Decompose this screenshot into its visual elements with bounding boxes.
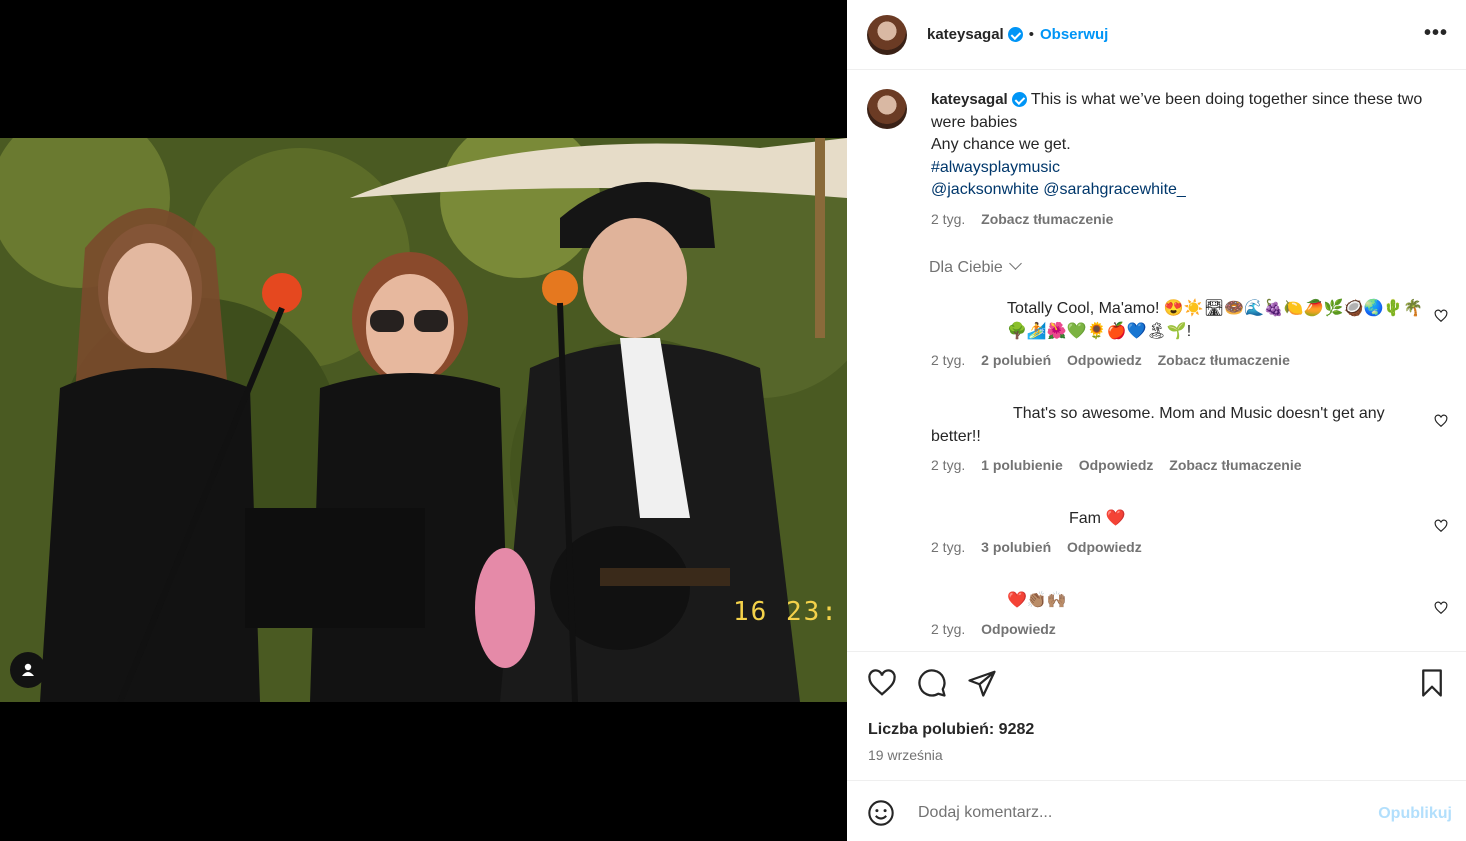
- comment-bubble-icon[interactable]: [917, 668, 947, 698]
- verified-badge-icon: [1011, 92, 1027, 108]
- caption-time[interactable]: 2 tyg.: [931, 211, 965, 227]
- separator-dot: •: [1028, 26, 1034, 43]
- comment-item: Fam ❤️ 2 tyg. 3 polubień Odpowiedz: [931, 507, 1431, 559]
- comment-translate-button[interactable]: Zobacz tłumaczenie: [1158, 352, 1290, 368]
- comment-like-heart-icon[interactable]: [1434, 414, 1448, 428]
- post-actions: Liczba polubień: 9282 19 września: [847, 651, 1466, 781]
- add-comment-bar: Dodaj komentarz... Opublikuj: [847, 780, 1466, 841]
- comment-likes[interactable]: 3 polubień: [981, 539, 1051, 555]
- comment-text: ❤️👏🏽🙌🏽: [1007, 592, 1067, 609]
- comment-time[interactable]: 2 tyg.: [931, 539, 965, 555]
- comment-time[interactable]: 2 tyg.: [931, 352, 965, 368]
- follow-button[interactable]: Obserwuj: [1040, 26, 1108, 43]
- caption-mentions[interactable]: @jacksonwhite @sarahgracewhite_: [931, 181, 1186, 198]
- post-date[interactable]: 19 września: [868, 747, 943, 763]
- like-heart-icon[interactable]: [867, 668, 897, 698]
- comments-section[interactable]: kateysagal This is what we’ve been doing…: [847, 71, 1466, 651]
- add-comment-input[interactable]: Dodaj komentarz...: [918, 804, 1052, 822]
- caption-translate-button[interactable]: Zobacz tłumaczenie: [981, 211, 1113, 227]
- post-header: kateysagal • Obserwuj •••: [847, 0, 1466, 70]
- author-username[interactable]: kateysagal: [927, 26, 1004, 43]
- post-photo[interactable]: 16 23:: [0, 138, 847, 702]
- caption-text-line2: Any chance we get.: [931, 136, 1071, 153]
- caption-hashtag[interactable]: #alwaysplaymusic: [931, 159, 1060, 176]
- likes-count[interactable]: Liczba polubień: 9282: [868, 721, 1034, 739]
- comment-item: That's so awesome. Mom and Music doesn't…: [931, 402, 1431, 477]
- comment-reply-button[interactable]: Odpowiedz: [1067, 352, 1142, 368]
- comment-text: Fam ❤️: [1069, 510, 1126, 527]
- comment-translate-button[interactable]: Zobacz tłumaczenie: [1169, 457, 1301, 473]
- comment-time[interactable]: 2 tyg.: [931, 457, 965, 473]
- comment-reply-button[interactable]: Odpowiedz: [1067, 539, 1142, 555]
- author-avatar[interactable]: [867, 14, 907, 55]
- save-bookmark-icon[interactable]: [1417, 668, 1447, 698]
- tagged-users-button[interactable]: [10, 652, 46, 688]
- comment-like-heart-icon[interactable]: [1434, 601, 1448, 615]
- photo-timestamp-overlay: 16 23:: [733, 597, 839, 627]
- comment-sort-dropdown[interactable]: Dla Ciebie: [929, 257, 1022, 277]
- comment-text: That's so awesome. Mom and Music doesn't…: [931, 405, 1385, 445]
- comment-likes[interactable]: 2 polubień: [981, 352, 1051, 368]
- caption: kateysagal This is what we’ve been doing…: [867, 89, 1447, 230]
- caption-avatar[interactable]: [867, 89, 907, 129]
- chevron-down-icon: [1008, 257, 1022, 270]
- caption-username[interactable]: kateysagal: [931, 91, 1008, 108]
- comment-text: Totally Cool, Ma'amo! 😍☀️🛣🍩🌊🍇🍋🥭🌿🥥🌏🌵🌴🌳🏄🌺💚…: [1007, 300, 1424, 340]
- comment-likes[interactable]: 1 polubienie: [981, 457, 1063, 473]
- comment-reply-button[interactable]: Odpowiedz: [981, 621, 1056, 637]
- post-media: 16 23:: [0, 0, 847, 841]
- post-comment-button[interactable]: Opublikuj: [1378, 805, 1452, 823]
- share-send-icon[interactable]: [967, 668, 997, 698]
- comment-like-heart-icon[interactable]: [1434, 309, 1448, 323]
- verified-badge-icon: [1007, 27, 1023, 42]
- more-options-icon[interactable]: •••: [1424, 22, 1448, 45]
- emoji-smiley-icon[interactable]: [867, 799, 895, 827]
- comment-reply-button[interactable]: Odpowiedz: [1079, 457, 1154, 473]
- comment-item: ❤️👏🏽🙌🏽 2 tyg. Odpowiedz: [931, 589, 1431, 641]
- post-panel: kateysagal • Obserwuj ••• kateysagal Thi…: [847, 0, 1466, 841]
- comment-time[interactable]: 2 tyg.: [931, 621, 965, 637]
- comment-item: Totally Cool, Ma'amo! 😍☀️🛣🍩🌊🍇🍋🥭🌿🥥🌏🌵🌴🌳🏄🌺💚…: [931, 297, 1431, 372]
- user-icon: [22, 663, 34, 676]
- comment-sort-label: Dla Ciebie: [929, 259, 1003, 276]
- comment-like-heart-icon[interactable]: [1434, 519, 1448, 533]
